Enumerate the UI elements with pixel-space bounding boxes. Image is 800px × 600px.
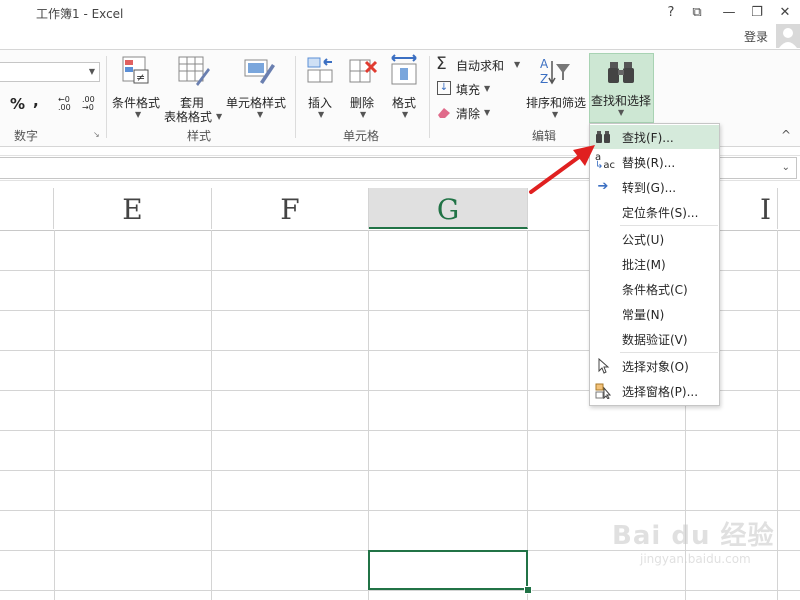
number-format-dropdown[interactable]: ▼: [0, 62, 100, 82]
menu-item-goto[interactable]: ➔ 转到(G)...: [590, 175, 719, 199]
format-button[interactable]: 格式 ▼: [386, 54, 426, 124]
sort-filter-icon: A Z: [540, 57, 570, 86]
menu-item-select-objects[interactable]: 选择对象(O): [590, 354, 719, 378]
ribbon-display-options-button[interactable]: ⧉: [686, 3, 708, 23]
sort-filter-button[interactable]: A Z 排序和筛选 ▼: [524, 54, 586, 124]
cell-styles-button[interactable]: 单元格样式 ▼: [226, 54, 292, 124]
annotation-arrow-icon: [529, 145, 595, 194]
menu-separator: [620, 352, 718, 353]
clear-button[interactable]: 清除 ▼: [434, 104, 504, 122]
fill-button[interactable]: ↓ 填充 ▼: [434, 80, 504, 98]
chevron-down-icon: ▼: [216, 112, 223, 121]
cell-styles-icon: [244, 59, 275, 84]
delete-button[interactable]: 删除 ▼: [344, 54, 384, 124]
fill-handle[interactable]: [524, 586, 532, 594]
menu-item-goto-special[interactable]: 定位条件(S)...: [590, 200, 719, 224]
conditional-format-icon: ≠: [122, 56, 149, 84]
login-link[interactable]: 登录: [744, 28, 768, 45]
chevron-down-icon: ▼: [360, 110, 367, 119]
column-header[interactable]: [0, 188, 54, 229]
menu-item-constants[interactable]: 常量(N): [590, 302, 719, 326]
comma-style-button[interactable]: ,: [33, 92, 39, 110]
watermark-brand: Bai du 经验: [612, 521, 775, 551]
binoculars-icon: [608, 62, 634, 83]
collapse-ribbon-button[interactable]: ^: [781, 128, 791, 142]
watermark-url: jingyan.baidu.com: [640, 552, 751, 566]
menu-item-comments[interactable]: 批注(M): [590, 252, 719, 276]
percent-style-button[interactable]: %: [10, 95, 25, 113]
menu-separator: [620, 225, 718, 226]
conditional-format-button[interactable]: ≠ 条件格式 ▼: [110, 54, 162, 124]
chevron-down-icon: ▼: [552, 110, 559, 119]
minimize-button[interactable]: —: [718, 3, 740, 23]
grid-line: [0, 470, 800, 471]
user-icon: [779, 28, 797, 48]
chevron-down-icon: ▼: [484, 84, 491, 93]
menu-item-selection-pane[interactable]: 选择窗格(P)...: [590, 379, 719, 403]
insert-button[interactable]: 插入 ▼: [302, 54, 342, 124]
menu-item-formulas[interactable]: 公式(U): [590, 227, 719, 251]
group-divider: [106, 56, 107, 138]
menu-item-replace[interactable]: a ↳ac 替换(R)...: [590, 150, 719, 174]
chevron-down-icon: ▼: [135, 110, 142, 119]
fill-down-icon: ↓: [437, 81, 451, 95]
grid-line: [54, 230, 55, 600]
menu-item-data-validation[interactable]: 数据验证(V): [590, 327, 719, 351]
menu-item-find[interactable]: 查找(F)...: [590, 125, 719, 149]
increase-decimal-button[interactable]: ←0 .00: [58, 96, 76, 112]
find-select-menu: 查找(F)... a ↳ac 替换(R)... ➔ 转到(G)... 定位条件(S…: [589, 123, 720, 406]
grid-line: [211, 230, 212, 600]
sigma-icon: Σ: [436, 54, 447, 74]
chevron-down-icon[interactable]: ⌄: [782, 162, 790, 173]
grid-line: [0, 590, 800, 591]
find-select-button[interactable]: 查找和选择 ▼: [589, 53, 654, 123]
column-header-f[interactable]: F: [212, 188, 369, 229]
avatar[interactable]: [776, 24, 800, 48]
column-header-e[interactable]: E: [54, 188, 212, 229]
dialog-launcher-icon[interactable]: ↘: [93, 130, 100, 139]
chevron-down-icon: ▼: [318, 110, 325, 119]
help-button[interactable]: ?: [660, 3, 682, 23]
grid-line: [0, 510, 800, 511]
title-bar: 工作簿1 - Excel ? ⧉ — ❐ ✕: [0, 0, 800, 26]
autosum-button[interactable]: Σ 自动求和 ▼: [434, 54, 522, 74]
cells-group-label: 单元格: [343, 129, 380, 143]
close-button[interactable]: ✕: [774, 3, 796, 23]
delete-cells-icon: [349, 59, 378, 83]
menu-item-conditional-formatting[interactable]: 条件格式(C): [590, 277, 719, 301]
eraser-icon: [438, 108, 450, 118]
chevron-down-icon: ▼: [88, 67, 95, 76]
grid-line: [0, 430, 800, 431]
grid-line: [368, 230, 369, 600]
baidu-watermark: Bai du 经验 jingyan.baidu.com: [612, 515, 775, 566]
svg-text:Z: Z: [540, 72, 548, 86]
selection-pane-icon: [595, 383, 612, 400]
group-divider: [429, 56, 430, 138]
insert-cells-icon: [307, 57, 333, 83]
svg-text:≠: ≠: [136, 71, 145, 84]
decrease-decimal-button[interactable]: .00 →0: [82, 96, 100, 112]
column-header-g[interactable]: G: [369, 188, 528, 229]
styles-group-label: 样式: [187, 129, 212, 143]
chevron-down-icon: ▼: [484, 108, 491, 117]
number-group-label: 数字: [14, 129, 39, 143]
cursor-icon: [595, 357, 611, 374]
chevron-down-icon: ▼: [618, 108, 625, 117]
grid-line: [777, 230, 778, 600]
window-title: 工作簿1 - Excel: [36, 7, 124, 21]
active-cell[interactable]: [368, 550, 528, 590]
maximize-button[interactable]: ❐: [746, 3, 768, 23]
grid-line: [527, 230, 528, 600]
group-divider: [295, 56, 296, 138]
chevron-down-icon: ▼: [257, 110, 264, 119]
chevron-down-icon: ▼: [402, 110, 409, 119]
svg-text:A: A: [540, 57, 549, 71]
chevron-down-icon: ▼: [514, 60, 521, 69]
table-format-icon: [178, 56, 210, 86]
format-cells-icon: [391, 54, 417, 85]
format-as-table-button[interactable]: 套用 表格格式 ▼: [164, 54, 224, 124]
